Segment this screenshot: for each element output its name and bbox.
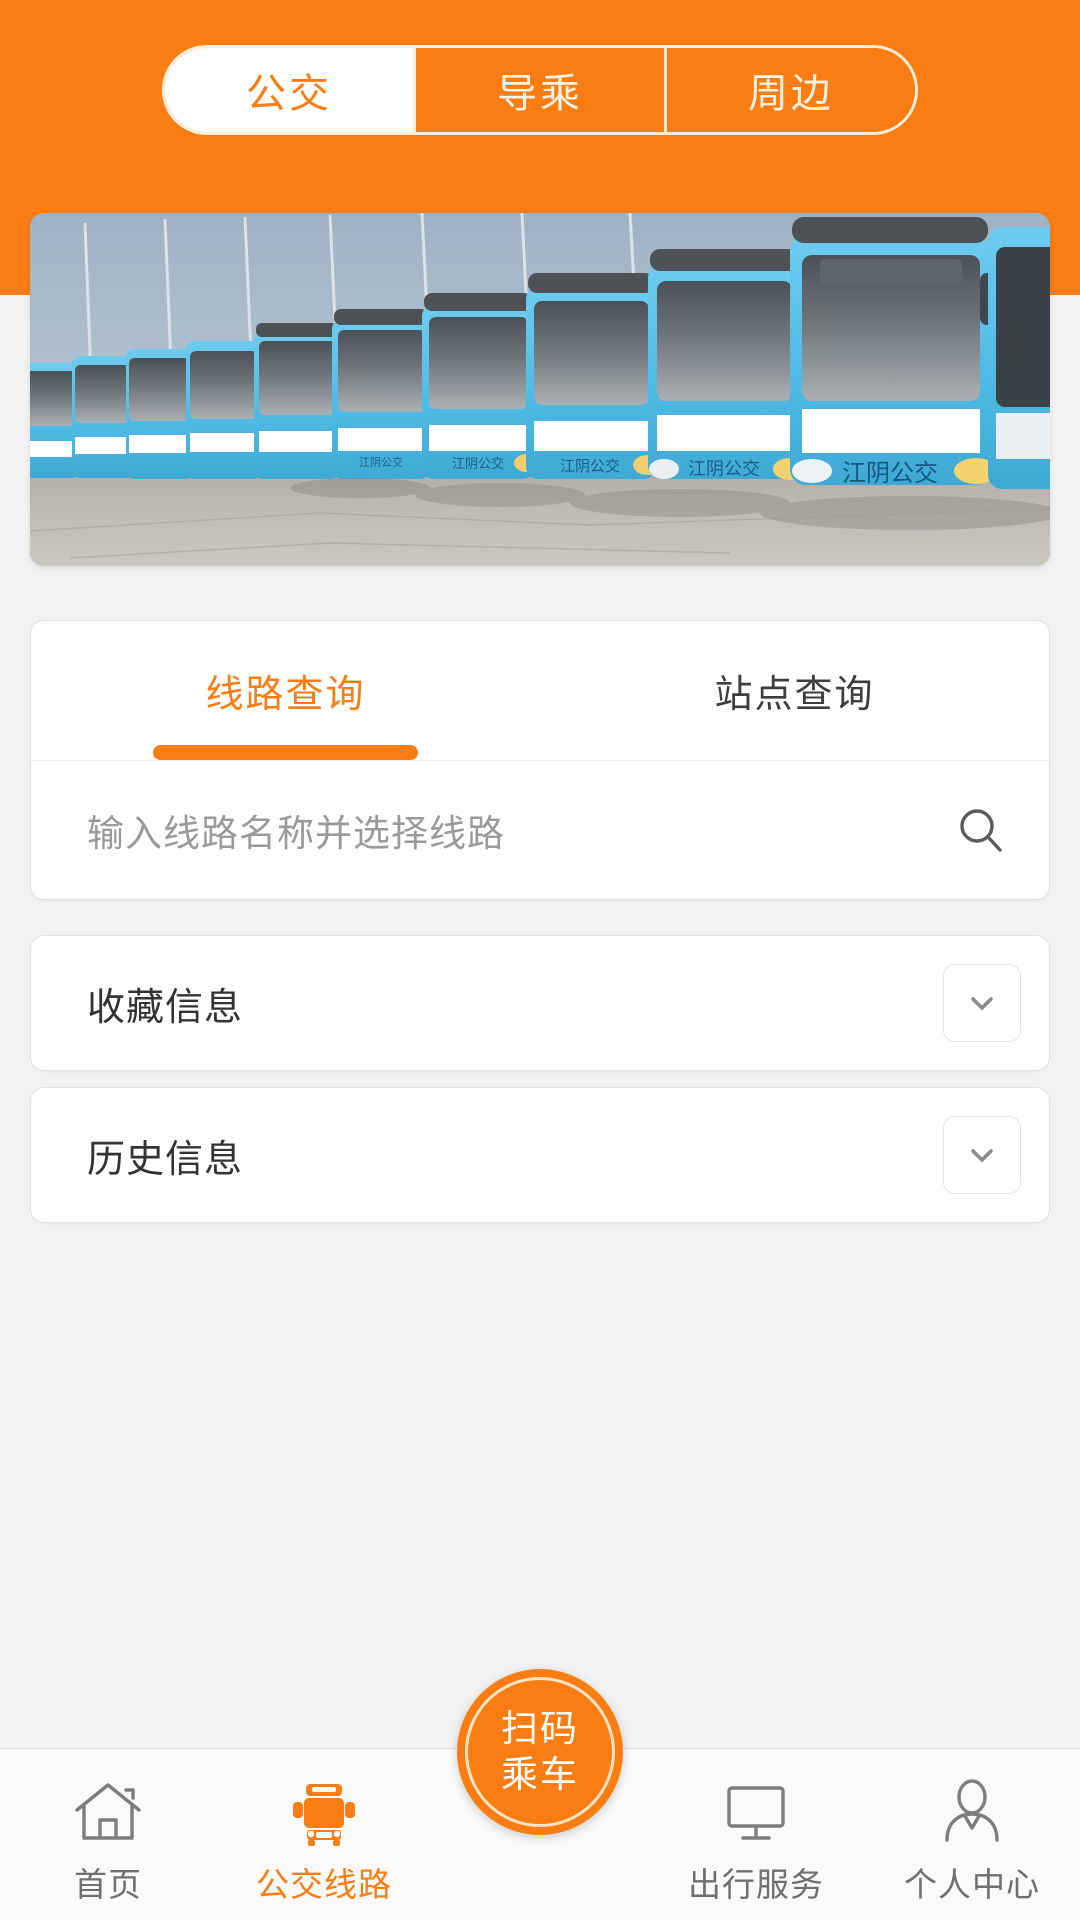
bus-icon [287, 1776, 361, 1850]
history-expand-button[interactable] [943, 1116, 1021, 1194]
tabbar-label: 出行服务 [688, 1865, 824, 1903]
search-input[interactable]: 输入线路名称并选择线路 [87, 803, 955, 857]
fab-label: 扫码 乘车 [501, 1706, 579, 1798]
tabbar-item-bus-routes[interactable]: 公交线路 [216, 1749, 432, 1920]
route-search-card: 线路查询 站点查询 输入线路名称并选择线路 [30, 620, 1050, 900]
segment-gongjiao[interactable]: 公交 [165, 48, 416, 132]
search-input-row[interactable]: 输入线路名称并选择线路 [31, 761, 1049, 899]
monitor-icon [719, 1776, 793, 1850]
segment-label: 周边 [748, 72, 834, 116]
person-icon [935, 1776, 1009, 1850]
search-icon[interactable] [955, 804, 1007, 856]
app-root: 公交 导乘 周边 江阴公交 江阴公交 江阴公交 江阴公交 江阴公交 线路查询 站… [0, 0, 1080, 1920]
fab-label-line1: 扫码 [501, 1708, 579, 1749]
chevron-down-icon [971, 1149, 993, 1162]
segment-daocheng[interactable]: 导乘 [416, 48, 667, 132]
favorites-label: 收藏信息 [87, 986, 244, 1029]
tabbar-item-travel-service[interactable]: 出行服务 [648, 1749, 864, 1920]
segment-label: 导乘 [497, 72, 583, 116]
bus-fleet-illustration: 江阴公交 江阴公交 江阴公交 江阴公交 江阴公交 [30, 213, 1050, 566]
segment-zhoubian[interactable]: 周边 [667, 48, 915, 132]
home-icon [71, 1776, 145, 1850]
tab-label: 站点查询 [714, 674, 875, 716]
active-tab-indicator [153, 745, 418, 760]
tab-stop-query[interactable]: 站点查询 [540, 621, 1049, 760]
segment-label: 公交 [246, 72, 332, 116]
svg-text:江阴公交: 江阴公交 [359, 455, 403, 469]
chevron-down-icon [971, 997, 993, 1010]
svg-text:江阴公交: 江阴公交 [452, 456, 504, 472]
tab-label: 线路查询 [205, 674, 366, 716]
history-row[interactable]: 历史信息 [30, 1087, 1050, 1223]
tab-line-query[interactable]: 线路查询 [31, 621, 540, 760]
tabbar-item-profile[interactable]: 个人中心 [864, 1749, 1080, 1920]
tabbar-label: 个人中心 [904, 1865, 1040, 1903]
tabbar-label: 公交线路 [256, 1865, 392, 1903]
query-tabs: 线路查询 站点查询 [31, 621, 1049, 761]
favorites-expand-button[interactable] [943, 964, 1021, 1042]
bottom-tab-bar: 首页 公交线路 出行服务 个人中心 扫码 乘车 [0, 1669, 1080, 1920]
favorites-row[interactable]: 收藏信息 [30, 935, 1050, 1071]
svg-text:江阴公交: 江阴公交 [560, 457, 620, 475]
banner-image[interactable]: 江阴公交 江阴公交 江阴公交 江阴公交 江阴公交 [30, 213, 1050, 566]
scan-qr-ride-button[interactable]: 扫码 乘车 [457, 1669, 623, 1835]
svg-text:江阴公交: 江阴公交 [842, 459, 938, 487]
svg-text:江阴公交: 江阴公交 [688, 459, 760, 480]
segmented-control[interactable]: 公交 导乘 周边 [162, 45, 918, 135]
tabbar-item-home[interactable]: 首页 [0, 1749, 216, 1920]
tabbar-label: 首页 [74, 1865, 142, 1903]
fab-label-line2: 乘车 [501, 1754, 579, 1795]
history-label: 历史信息 [87, 1138, 244, 1181]
